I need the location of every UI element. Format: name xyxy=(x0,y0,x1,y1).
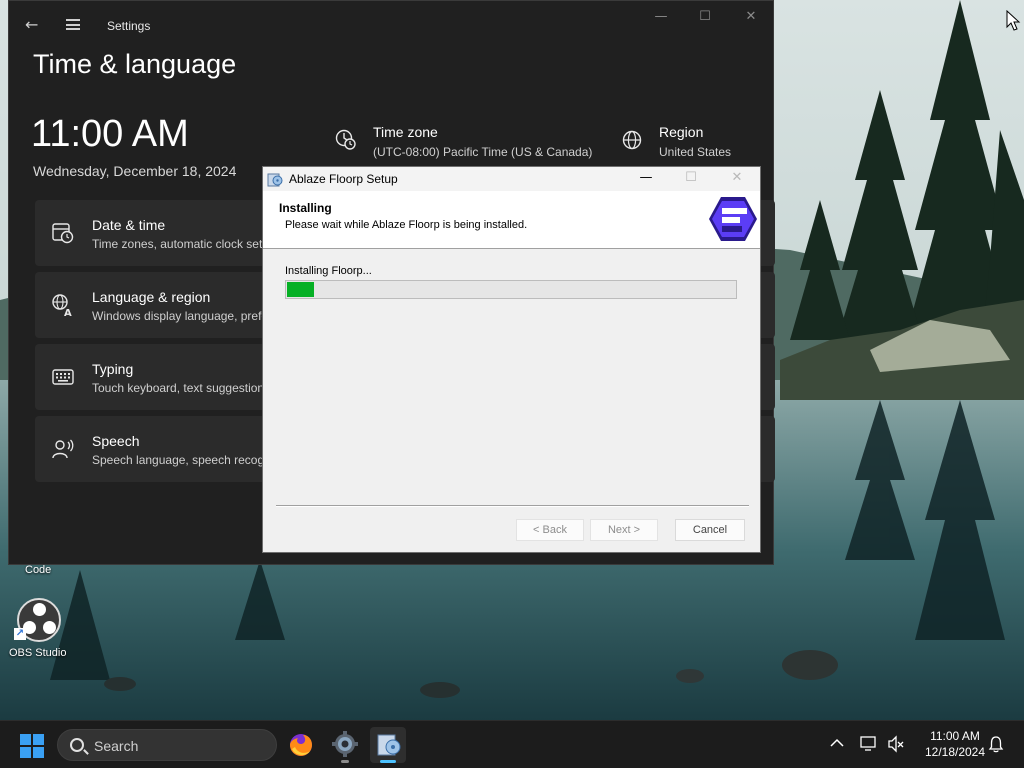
desktop-icon-label-code[interactable]: Code xyxy=(25,564,51,576)
current-time: 11:00 AM xyxy=(31,113,189,155)
region-title: Region xyxy=(659,124,704,140)
installer-icon xyxy=(377,734,401,756)
back-button: < Back xyxy=(516,519,584,541)
maximize-icon: ☐ xyxy=(685,170,697,185)
region-value: United States xyxy=(659,145,732,159)
card-title: Date & time xyxy=(92,217,166,233)
search-icon xyxy=(70,738,84,752)
cancel-button[interactable]: Cancel xyxy=(675,519,745,541)
shortcut-arrow-icon: ↗ xyxy=(14,628,26,640)
time-zone-value: (UTC-08:00) Pacific Time (US & Canada) xyxy=(373,145,593,159)
running-indicator xyxy=(341,760,349,763)
active-indicator xyxy=(380,760,396,763)
install-progress-bar xyxy=(285,280,737,299)
svg-text:A: A xyxy=(64,308,72,317)
setup-titlebar[interactable]: Ablaze Floorp Setup — ☐ ✕ xyxy=(263,167,760,191)
taskbar-time[interactable]: 11:00 AM xyxy=(914,729,996,743)
minimize-icon[interactable]: — xyxy=(636,170,656,188)
network-icon[interactable] xyxy=(860,735,878,753)
taskbar: Search 11:00 AM 12/18/2024 xyxy=(0,720,1024,768)
taskbar-search[interactable]: Search xyxy=(57,729,277,761)
setup-title: Ablaze Floorp Setup xyxy=(289,172,398,186)
settings-app-title: Settings xyxy=(107,19,151,33)
taskbar-installer[interactable] xyxy=(370,727,406,763)
setup-header: Installing Please wait while Ablaze Floo… xyxy=(263,191,760,249)
current-date: Wednesday, December 18, 2024 xyxy=(33,163,237,179)
start-button[interactable] xyxy=(20,734,44,758)
setup-dialog: Ablaze Floorp Setup — ☐ ✕ Installing Ple… xyxy=(262,166,761,553)
time-zone-title: Time zone xyxy=(373,124,438,140)
setup-header-title: Installing xyxy=(279,201,332,215)
volume-muted-icon[interactable] xyxy=(887,735,905,753)
clock-calendar-icon xyxy=(52,223,74,244)
install-status-text: Installing Floorp... xyxy=(285,265,372,277)
taskbar-firefox[interactable] xyxy=(283,727,319,763)
time-zone-icon xyxy=(335,129,356,150)
firefox-icon xyxy=(290,734,312,756)
close-icon[interactable]: ✕ xyxy=(741,9,761,27)
card-title: Speech xyxy=(92,433,140,449)
settings-gear-icon xyxy=(332,731,358,757)
taskbar-settings[interactable] xyxy=(327,727,363,763)
setup-header-subtitle: Please wait while Ablaze Floorp is being… xyxy=(285,219,528,231)
maximize-icon[interactable]: ☐ xyxy=(695,9,715,27)
page-title: Time & language xyxy=(33,49,237,79)
settings-titlebar[interactable]: ← Settings — ☐ ✕ xyxy=(9,1,773,49)
card-title: Language & region xyxy=(92,289,211,305)
card-title: Typing xyxy=(92,361,134,377)
speech-icon xyxy=(52,439,74,459)
floorp-logo-icon xyxy=(709,197,757,241)
search-placeholder: Search xyxy=(94,738,139,754)
back-arrow-icon[interactable]: ← xyxy=(25,15,38,34)
hamburger-menu-icon[interactable] xyxy=(66,19,80,30)
separator xyxy=(276,505,749,507)
desktop-icon-label-obs[interactable]: OBS Studio xyxy=(9,647,66,659)
keyboard-icon xyxy=(52,369,74,385)
close-icon: ✕ xyxy=(731,170,743,185)
globe-icon xyxy=(622,130,642,150)
mouse-cursor-icon xyxy=(1006,10,1021,31)
next-button: Next > xyxy=(590,519,658,541)
installer-icon xyxy=(267,173,283,187)
minimize-icon[interactable]: — xyxy=(651,9,671,27)
progress-fill xyxy=(287,282,314,297)
chevron-up-icon[interactable] xyxy=(830,738,844,748)
language-icon: A xyxy=(52,294,72,317)
notification-bell-icon[interactable] xyxy=(988,735,1004,753)
taskbar-date[interactable]: 12/18/2024 xyxy=(914,745,996,759)
